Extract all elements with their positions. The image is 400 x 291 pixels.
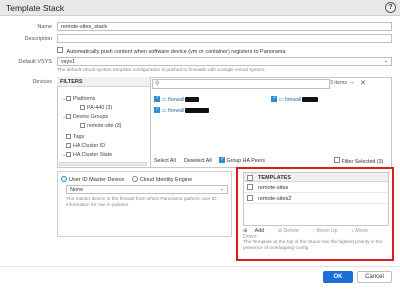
row-checkbox[interactable] <box>247 195 253 201</box>
filters-scrollbar[interactable] <box>59 162 147 166</box>
row-checkbox[interactable] <box>247 184 253 190</box>
search-icon: ⚲ <box>155 81 160 87</box>
chevron-down-icon: ⌄ <box>219 186 224 192</box>
device-search-input[interactable]: ⚲ <box>152 79 330 89</box>
panel-divider <box>150 77 151 168</box>
group-ha-peers[interactable]: Group HA Peers <box>219 157 265 164</box>
templates-toolbar: ⊕ Add ⊖ Delete ↑ Move Up ↓ Move Down <box>243 228 389 240</box>
default-vsys-select[interactable]: vsys1 ⌄ <box>57 57 392 66</box>
deselect-all-link[interactable]: Deselect All <box>184 158 212 164</box>
description-label: Description <box>24 36 52 42</box>
table-row[interactable]: remote-sites2 <box>244 193 388 204</box>
master-device-select[interactable]: None ⌄ <box>66 185 228 194</box>
filter-platforms[interactable]: ⌄ Platforms <box>62 96 95 102</box>
select-all-templates-checkbox[interactable] <box>247 175 253 181</box>
autopush-checkbox[interactable] <box>57 47 63 53</box>
filter-selected[interactable]: Filter Selected (3) <box>334 157 383 165</box>
default-vsys-hint: The default virtual system template conf… <box>57 68 266 73</box>
delete-button[interactable]: ⊖ Delete <box>278 228 305 234</box>
templates-table: TEMPLATES remote-sites remote-sites2 <box>243 172 389 226</box>
device-count: 3 items <box>330 80 348 86</box>
filter-ha-cluster-state[interactable]: ⌄ HA Cluster State <box>62 152 112 158</box>
device-tile[interactable]: ▭ firewall <box>271 96 319 103</box>
dialog-title: Template Stack <box>6 3 65 13</box>
default-vsys-value: vsys1 <box>61 59 76 65</box>
devices-label: Devices <box>32 79 52 85</box>
table-row[interactable]: remote-sites <box>244 182 388 193</box>
device-tile[interactable]: ▭ firewall <box>154 107 210 114</box>
ok-button[interactable]: OK <box>323 271 353 283</box>
footer-divider <box>0 266 400 267</box>
description-input[interactable] <box>57 34 392 43</box>
filters-header: FILTERS <box>57 77 150 87</box>
filter-pa-440[interactable]: PA-440 (3) <box>80 105 112 111</box>
device-tile[interactable]: ▭ firewall <box>154 96 200 103</box>
help-icon[interactable]: ? <box>385 2 396 13</box>
go-arrow-icon[interactable]: → <box>348 79 355 86</box>
autopush-row: Automatically push content when software… <box>57 47 285 55</box>
templates-header: TEMPLATES <box>244 173 388 182</box>
filter-remote-site[interactable]: remote-site (3) <box>80 123 121 129</box>
master-options: User ID Master Device Cloud Identity Eng… <box>61 176 192 183</box>
name-input[interactable]: remote-sites_stack <box>57 22 392 31</box>
filter-ha-cluster-id[interactable]: HA Cluster ID <box>66 143 105 149</box>
filter-selected-checkbox[interactable] <box>334 157 340 163</box>
cloud-identity-radio[interactable] <box>131 176 138 182</box>
autopush-label: Automatically push content when software… <box>66 49 286 55</box>
chevron-down-icon: ⌄ <box>383 58 388 64</box>
clear-icon[interactable]: ✕ <box>360 79 366 87</box>
filter-tags[interactable]: Tags <box>66 134 84 140</box>
templates-hint: The Template at the top of the Stack has… <box>243 240 383 251</box>
move-up-button[interactable]: ↑ Move Up <box>312 228 343 234</box>
name-label: Name <box>37 24 52 30</box>
group-ha-peers-checkbox[interactable] <box>219 157 225 163</box>
filter-device-groups[interactable]: ⌄ Device Groups <box>62 114 108 120</box>
default-vsys-label: Default VSYS <box>18 59 52 65</box>
user-id-master-radio[interactable] <box>61 176 67 182</box>
master-hint: The master device is the firewall from w… <box>66 197 217 208</box>
select-all-link[interactable]: Select All <box>154 158 176 164</box>
cancel-button[interactable]: Cancel <box>357 271 392 283</box>
